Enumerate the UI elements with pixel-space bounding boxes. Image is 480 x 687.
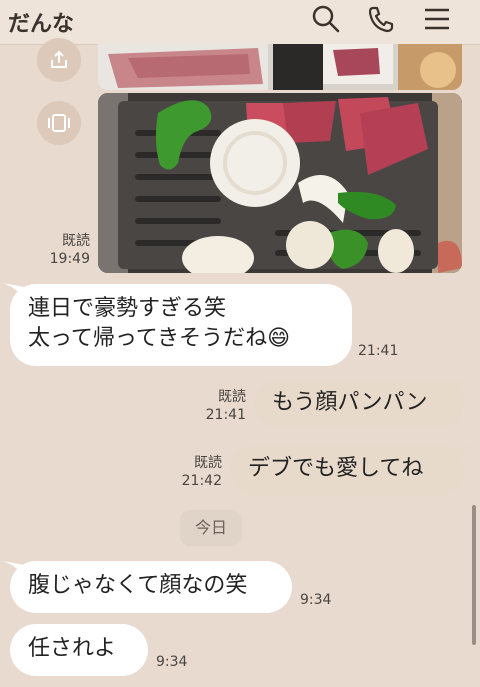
search-icon[interactable] — [308, 2, 342, 36]
message-bubble-outgoing[interactable]: デブでも愛してね — [230, 444, 464, 496]
bubble-tail — [450, 444, 478, 466]
message-text-line1: 連日で豪勢すぎる笑 — [28, 296, 227, 321]
phone-icon[interactable] — [364, 2, 398, 36]
chat-title: だんな — [8, 12, 75, 37]
timestamp: 21:41 — [205, 407, 246, 423]
photo-message-top[interactable] — [98, 44, 462, 90]
grinning-emoji: 😄 — [267, 326, 291, 351]
message-text: 太って帰ってきそうだね — [28, 326, 268, 351]
message-bubble-incoming[interactable]: 腹じゃなくて顔なの笑 — [10, 561, 292, 613]
message-bubble-incoming[interactable]: 任されよ — [10, 624, 148, 676]
chat-header: だんな — [0, 0, 480, 45]
share-button[interactable] — [37, 38, 81, 82]
date-divider: 今日 — [180, 510, 242, 546]
timestamp: 19:49 — [49, 251, 90, 267]
scrollbar[interactable] — [472, 505, 476, 645]
meat-platter-photo — [98, 44, 462, 90]
bubble-tail — [450, 378, 478, 400]
timestamp: 21:41 — [358, 343, 399, 359]
menu-icon[interactable] — [420, 2, 454, 36]
message-text-line2: 太って帰ってきそうだね😄 — [28, 324, 334, 354]
share-icon — [51, 50, 67, 68]
read-receipt: 既読 — [218, 389, 246, 405]
timestamp: 9:34 — [300, 592, 332, 608]
read-receipt: 既読 — [194, 455, 222, 471]
album-button[interactable] — [37, 101, 81, 145]
album-icon — [48, 114, 70, 132]
read-receipt: 既読 — [62, 233, 90, 249]
message-bubble-outgoing[interactable]: もう顔パンパン — [254, 378, 464, 430]
message-bubble-incoming[interactable]: 連日で豪勢すぎる笑 太って帰ってきそうだね😄 — [10, 284, 352, 366]
grill-photo — [98, 93, 462, 273]
timestamp: 21:42 — [181, 473, 222, 489]
photo-message-grill[interactable] — [98, 93, 462, 273]
timestamp: 9:34 — [156, 654, 188, 670]
